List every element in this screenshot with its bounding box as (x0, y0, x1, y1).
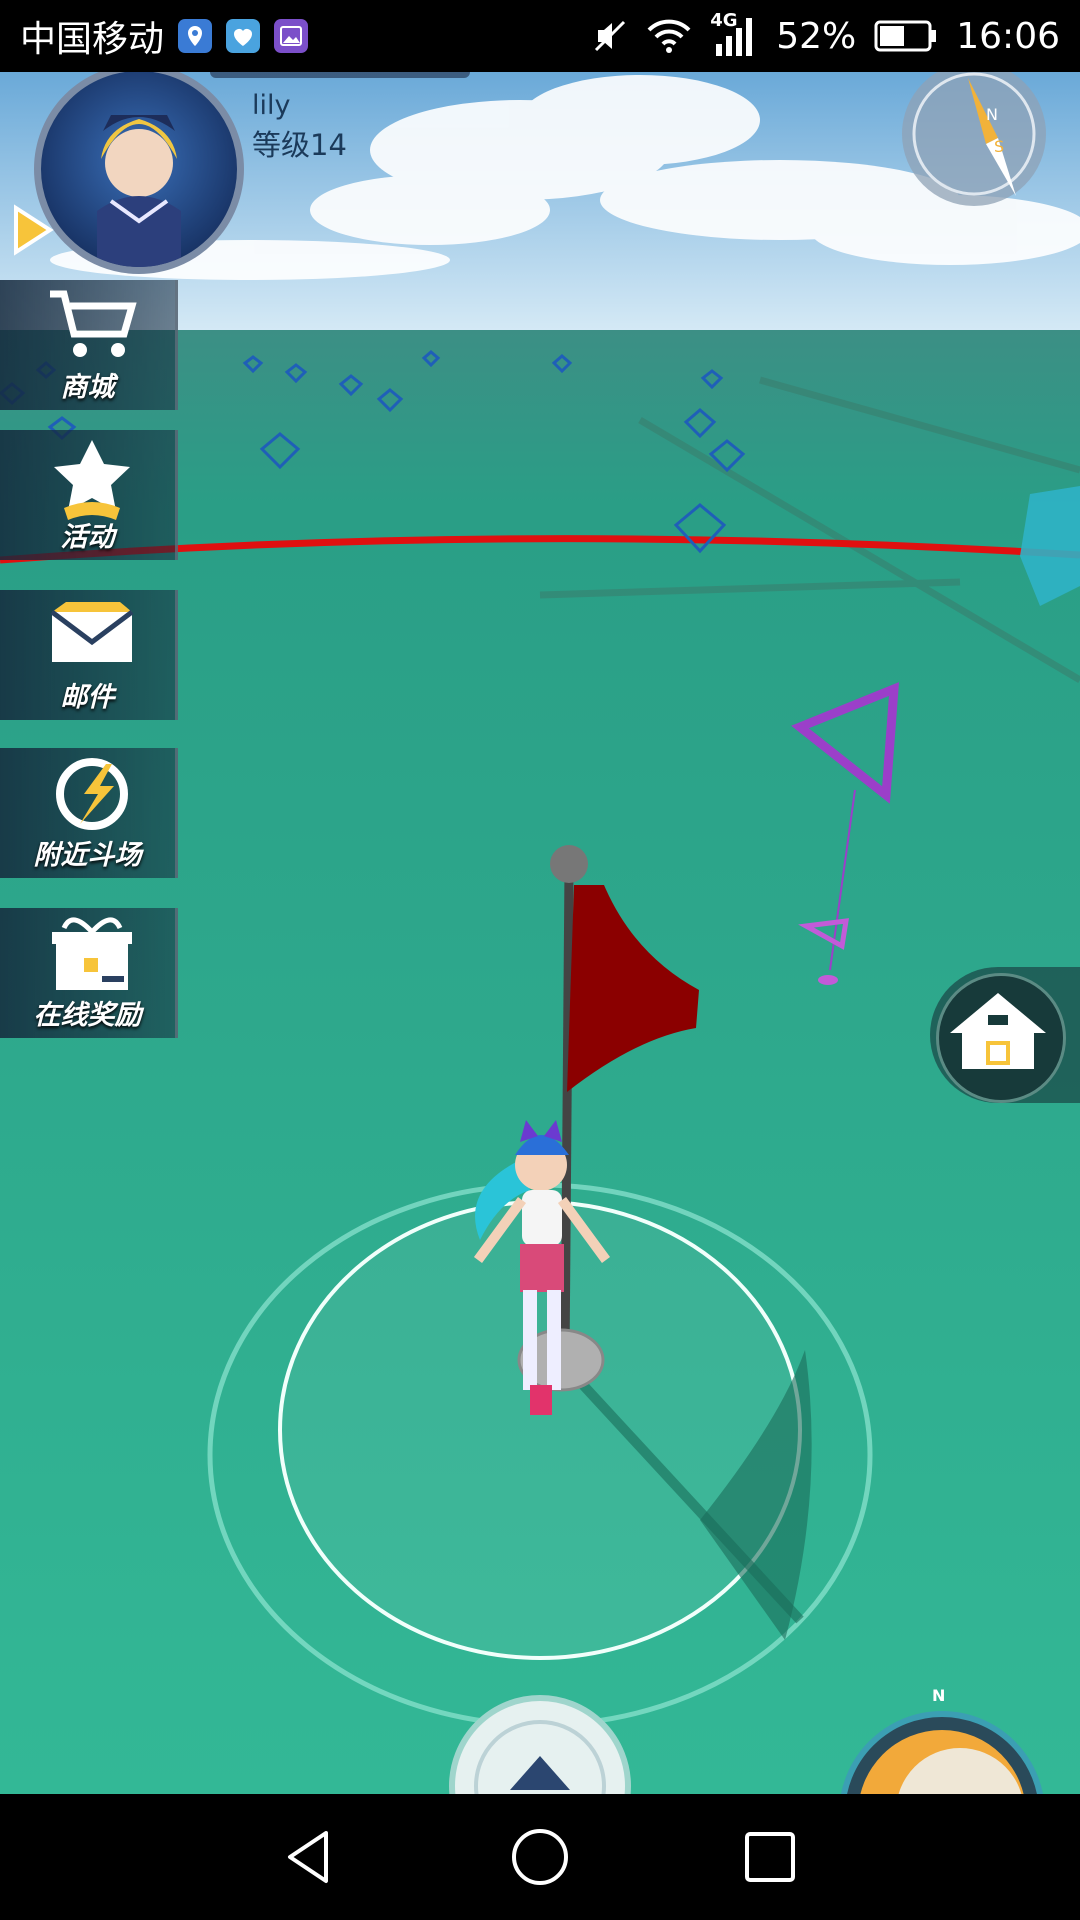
compass-north-label: N (986, 105, 998, 124)
home-nav-icon[interactable] (510, 1827, 570, 1887)
compass-icon: N S (902, 72, 1046, 206)
location-notification-icon (178, 19, 213, 53)
mail-icon (50, 602, 134, 662)
avatar-portrait (97, 115, 181, 267)
gallery-notification-icon (274, 19, 309, 53)
minimap-north-label: N (932, 1686, 946, 1705)
expand-menu-button[interactable] (6, 202, 58, 258)
play-arrow-icon (14, 204, 54, 256)
arena-icon (56, 758, 128, 830)
carrier-label: 中国移动 (20, 19, 165, 60)
avatar[interactable] (34, 72, 244, 274)
battery-icon (874, 20, 937, 52)
mute-icon (595, 20, 626, 52)
sidebar-item-mail[interactable]: 邮件 (0, 590, 178, 720)
sidebar-item-label: 在线奖励 (33, 1000, 142, 1031)
game-map-view[interactable]: lily 等级14 商城 活动 邮件 附近斗场 在线奖励 N S N (0, 72, 1080, 1794)
main-action-button[interactable] (446, 1692, 634, 1794)
signal-icon (716, 18, 753, 56)
battery-percent: 52% (776, 15, 857, 57)
heart-notification-icon (226, 19, 261, 53)
sidebar-item-label: 活动 (60, 522, 115, 553)
minimap[interactable]: N (832, 1686, 1052, 1794)
player-level: 等级14 (252, 128, 347, 162)
player-name: lily (252, 90, 291, 121)
up-arrow-icon (449, 1695, 631, 1794)
sidebar-item-label: 附近斗场 (33, 840, 142, 871)
compass-button[interactable]: N S (898, 72, 1050, 212)
home-button[interactable] (930, 967, 1080, 1103)
sidebar-item-label: 商城 (60, 372, 115, 403)
system-nav-bar (0, 1794, 1080, 1920)
back-icon[interactable] (280, 1827, 340, 1887)
wifi-icon (647, 19, 691, 53)
sidebar-item-nearby-arena[interactable]: 附近斗场 (0, 748, 178, 878)
gift-icon (52, 917, 132, 990)
sidebar-item-online-reward[interactable]: 在线奖励 (0, 908, 178, 1038)
sidebar-item-events[interactable]: 活动 (0, 430, 178, 560)
minimap-graphic (840, 1711, 1044, 1794)
status-bar: 中国移动 4G 52% 16:06 (0, 0, 1080, 72)
star-icon (54, 440, 130, 520)
clock: 16:06 (956, 15, 1060, 57)
compass-south-label: S (994, 137, 1004, 156)
profile-panel[interactable]: lily 等级14 (0, 72, 500, 274)
home-icon (950, 993, 1046, 1069)
cart-icon (50, 290, 137, 357)
recents-icon[interactable] (740, 1827, 800, 1887)
sidebar-item-shop[interactable]: 商城 (0, 280, 178, 410)
sidebar-item-label: 邮件 (60, 682, 115, 713)
name-plate-bar (210, 72, 470, 78)
